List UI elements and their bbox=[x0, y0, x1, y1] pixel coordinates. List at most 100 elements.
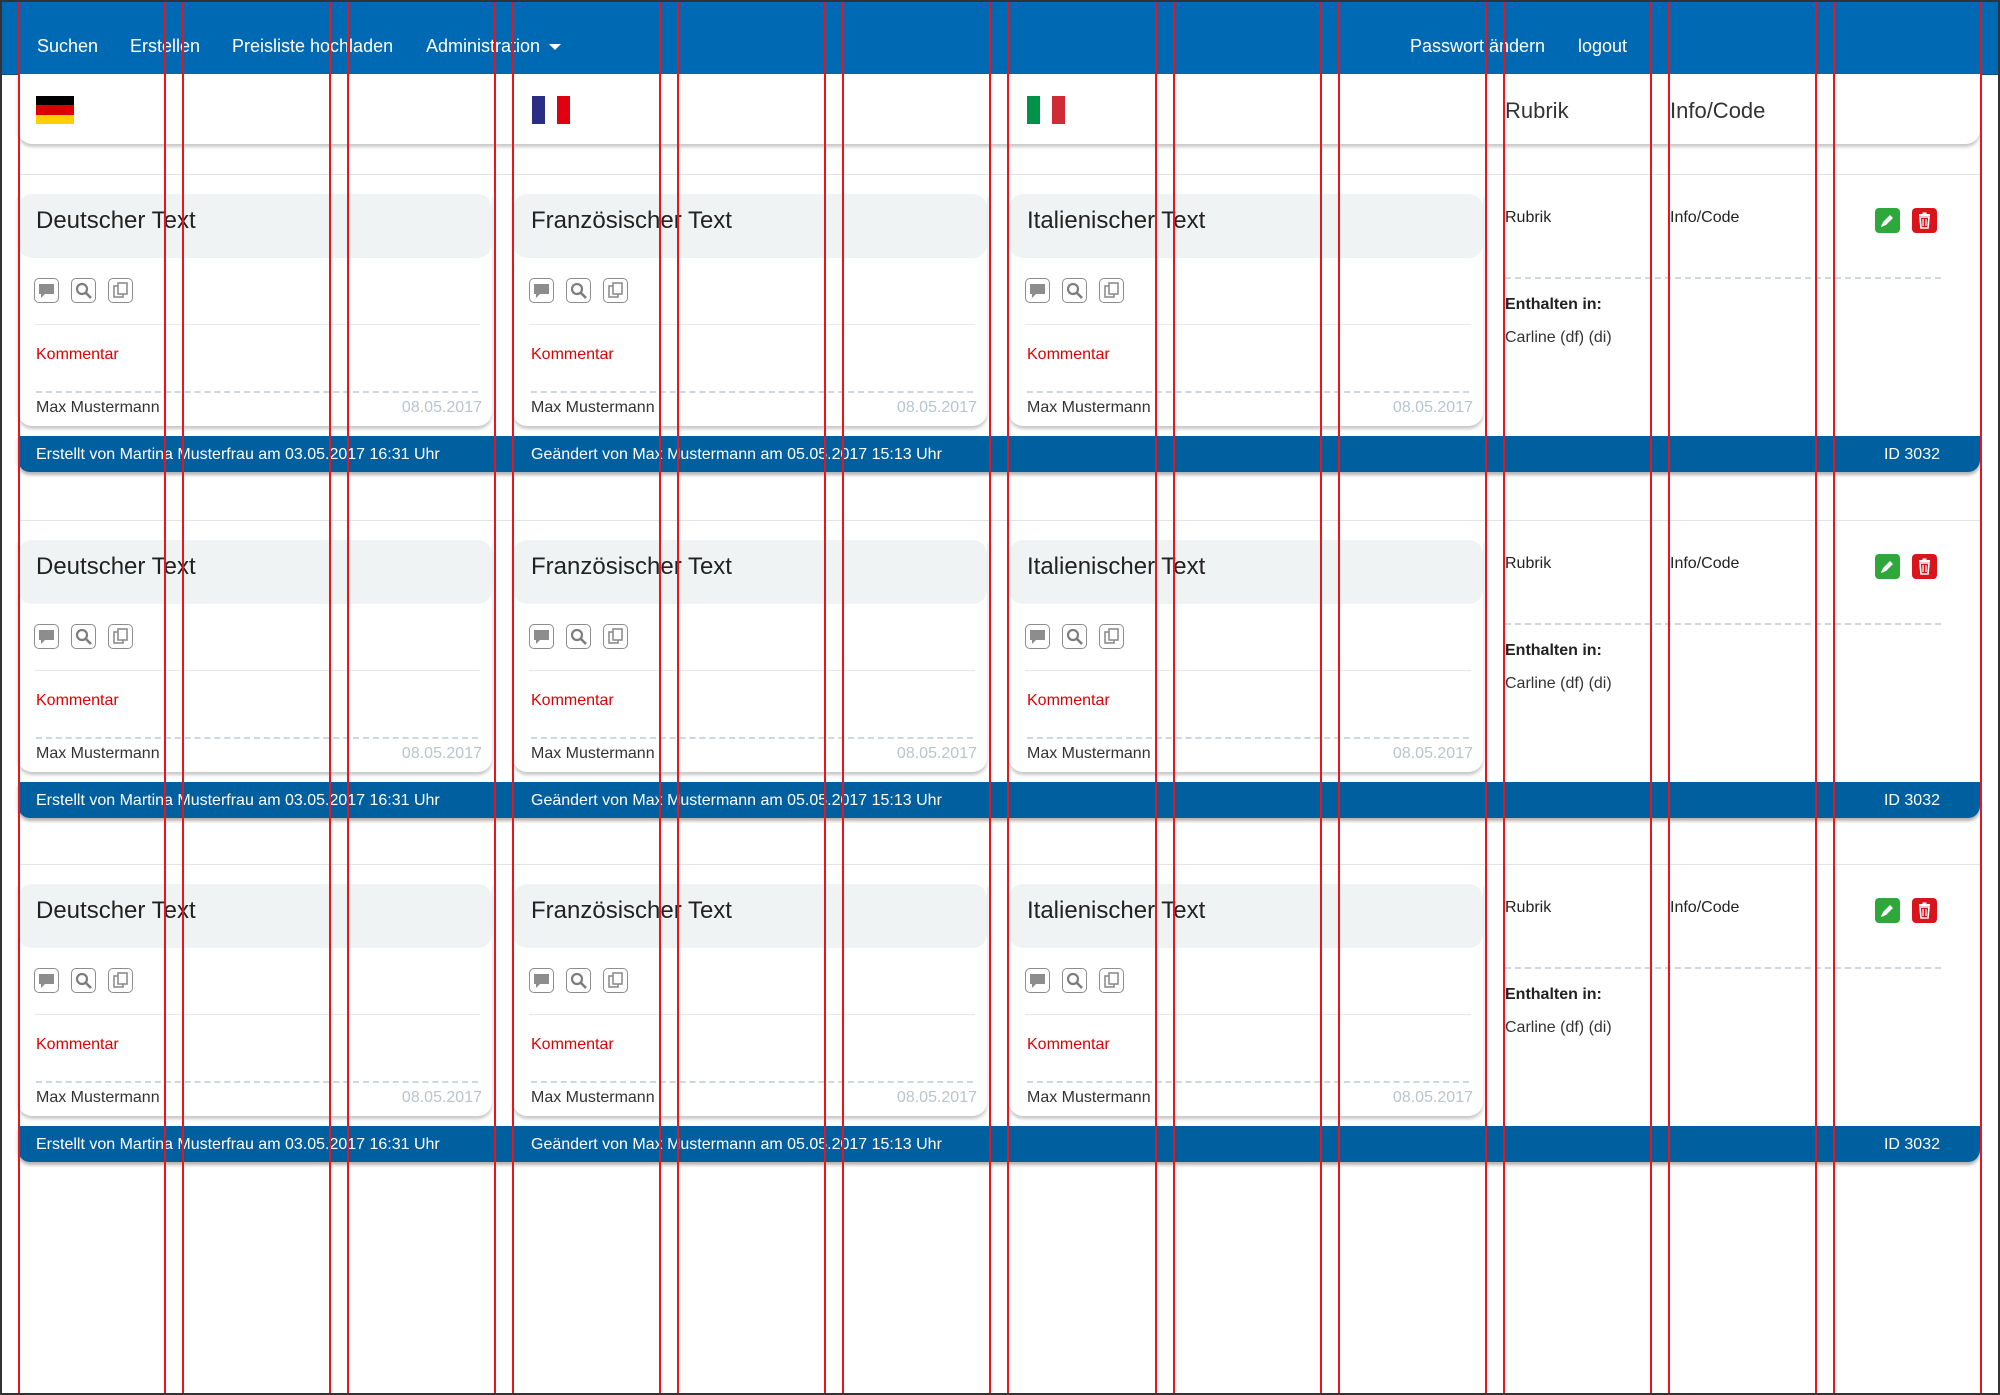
text-card: Französischer Text Kommentar Max Musterman… bbox=[513, 194, 987, 426]
comment-icon[interactable] bbox=[529, 624, 554, 649]
nav-preisliste-hochladen[interactable]: Preisliste hochladen bbox=[232, 2, 393, 74]
card-title-bar[interactable]: Italienischer Text bbox=[1009, 884, 1483, 948]
side-dashed-divider bbox=[1505, 623, 1941, 625]
nav-administration-label: Administration bbox=[426, 36, 541, 56]
text-card: Deutscher Text Kommentar Max Mustermann 08.… bbox=[18, 540, 492, 772]
nav-logout[interactable]: logout bbox=[1578, 2, 1627, 74]
copy-icon[interactable] bbox=[603, 624, 628, 649]
card-title: Italienischer Text bbox=[1027, 897, 1206, 924]
nav-erstellen[interactable]: Erstellen bbox=[130, 2, 200, 74]
delete-button[interactable] bbox=[1912, 554, 1937, 579]
contained-in-label: Enthalten in: bbox=[1505, 296, 1602, 313]
record-info-code: Info/Code bbox=[1670, 899, 1740, 916]
card-title: Deutscher Text bbox=[36, 897, 196, 924]
nav-suchen[interactable]: Suchen bbox=[37, 2, 98, 74]
card-comment: Kommentar bbox=[531, 346, 614, 363]
comment-icon[interactable] bbox=[34, 278, 59, 303]
copy-icon[interactable] bbox=[108, 968, 133, 993]
copy-icon[interactable] bbox=[603, 278, 628, 303]
card-author: Max Mustermann bbox=[36, 399, 160, 416]
record-divider bbox=[18, 520, 1980, 521]
card-title-bar[interactable]: Französischer Text bbox=[513, 540, 987, 604]
search-icon[interactable] bbox=[1062, 624, 1087, 649]
edit-icon bbox=[1881, 215, 1893, 227]
edit-button[interactable] bbox=[1875, 898, 1900, 923]
card-separator bbox=[1025, 324, 1471, 325]
card-author: Max Mustermann bbox=[531, 399, 655, 416]
card-dashed-divider bbox=[36, 1081, 478, 1083]
copy-icon[interactable] bbox=[1099, 968, 1124, 993]
record-rubrik: Rubrik bbox=[1505, 899, 1552, 916]
search-icon[interactable] bbox=[566, 278, 591, 303]
copy-icon[interactable] bbox=[1099, 278, 1124, 303]
text-card: Französischer Text Kommentar Max Musterman… bbox=[513, 540, 987, 772]
card-title-bar[interactable]: Französischer Text bbox=[513, 884, 987, 948]
german-flag-icon bbox=[36, 96, 74, 124]
side-dashed-divider bbox=[1505, 967, 1941, 969]
header-info-code: Info/Code bbox=[1670, 98, 1766, 123]
card-title-bar[interactable]: Deutscher Text bbox=[18, 884, 492, 948]
card-separator bbox=[529, 670, 975, 671]
delete-button[interactable] bbox=[1912, 208, 1937, 233]
search-icon[interactable] bbox=[71, 278, 96, 303]
changed-by-text: Geändert von Max Mustermann am 05.05.201… bbox=[531, 792, 942, 809]
nav-passwort-aendern[interactable]: Passwort ändern bbox=[1410, 2, 1545, 74]
record-id: ID 3032 bbox=[1883, 792, 1940, 809]
nav-administration[interactable]: Administration bbox=[426, 2, 562, 74]
side-dashed-divider bbox=[1505, 277, 1941, 279]
text-card: Italienischer Text Kommentar Max Musterman… bbox=[1009, 194, 1483, 426]
card-comment: Kommentar bbox=[36, 692, 119, 709]
italian-flag-icon bbox=[1027, 96, 1065, 124]
card-author: Max Mustermann bbox=[36, 745, 160, 762]
delete-button[interactable] bbox=[1912, 898, 1937, 923]
card-dashed-divider bbox=[36, 391, 478, 393]
card-author: Max Mustermann bbox=[531, 1089, 655, 1106]
card-date: 08.05.2017 bbox=[1392, 399, 1473, 416]
comment-icon[interactable] bbox=[1025, 624, 1050, 649]
card-author: Max Mustermann bbox=[1027, 399, 1151, 416]
card-comment: Kommentar bbox=[531, 1036, 614, 1053]
search-icon[interactable] bbox=[1062, 278, 1087, 303]
comment-icon[interactable] bbox=[529, 968, 554, 993]
copy-icon[interactable] bbox=[603, 968, 628, 993]
card-title: Italienischer Text bbox=[1027, 207, 1206, 234]
search-icon[interactable] bbox=[71, 624, 96, 649]
card-title-bar[interactable]: Italienischer Text bbox=[1009, 194, 1483, 258]
card-date: 08.05.2017 bbox=[896, 399, 977, 416]
copy-icon[interactable] bbox=[108, 624, 133, 649]
card-comment: Kommentar bbox=[1027, 346, 1110, 363]
contained-in-label: Enthalten in: bbox=[1505, 642, 1602, 659]
card-date: 08.05.2017 bbox=[1392, 1089, 1473, 1106]
search-icon[interactable] bbox=[566, 624, 591, 649]
comment-icon[interactable] bbox=[529, 278, 554, 303]
search-icon[interactable] bbox=[566, 968, 591, 993]
comment-icon[interactable] bbox=[34, 624, 59, 649]
card-date: 08.05.2017 bbox=[401, 1089, 482, 1106]
comment-icon[interactable] bbox=[34, 968, 59, 993]
edit-button[interactable] bbox=[1875, 208, 1900, 233]
text-card: Italienischer Text Kommentar Max Musterman… bbox=[1009, 540, 1483, 772]
card-dashed-divider bbox=[1027, 391, 1469, 393]
card-title-bar[interactable]: Italienischer Text bbox=[1009, 540, 1483, 604]
edit-button[interactable] bbox=[1875, 554, 1900, 579]
record-footer-bar: Erstellt von Martina Musterfrau am 03.05… bbox=[18, 1126, 1980, 1162]
comment-icon[interactable] bbox=[1025, 968, 1050, 993]
card-title-bar[interactable]: Deutscher Text bbox=[18, 540, 492, 604]
record-row: Deutscher Text Kommentar Max Mustermann 08.… bbox=[0, 864, 2000, 1182]
card-title-bar[interactable]: Deutscher Text bbox=[18, 194, 492, 258]
comment-icon[interactable] bbox=[1025, 278, 1050, 303]
search-icon[interactable] bbox=[1062, 968, 1087, 993]
search-icon[interactable] bbox=[71, 968, 96, 993]
changed-by-text: Geändert von Max Mustermann am 05.05.201… bbox=[531, 446, 942, 463]
contained-in-value: Carline (df) (di) bbox=[1505, 675, 1612, 692]
contained-in-value: Carline (df) (di) bbox=[1505, 1019, 1612, 1036]
card-title: Französischer Text bbox=[531, 207, 732, 234]
copy-icon[interactable] bbox=[108, 278, 133, 303]
french-flag-icon bbox=[532, 96, 570, 124]
copy-icon[interactable] bbox=[1099, 624, 1124, 649]
card-dashed-divider bbox=[531, 391, 973, 393]
record-footer-bar: Erstellt von Martina Musterfrau am 03.05… bbox=[18, 782, 1980, 818]
card-title: Italienischer Text bbox=[1027, 553, 1206, 580]
card-title-bar[interactable]: Französischer Text bbox=[513, 194, 987, 258]
card-dashed-divider bbox=[1027, 1081, 1469, 1083]
